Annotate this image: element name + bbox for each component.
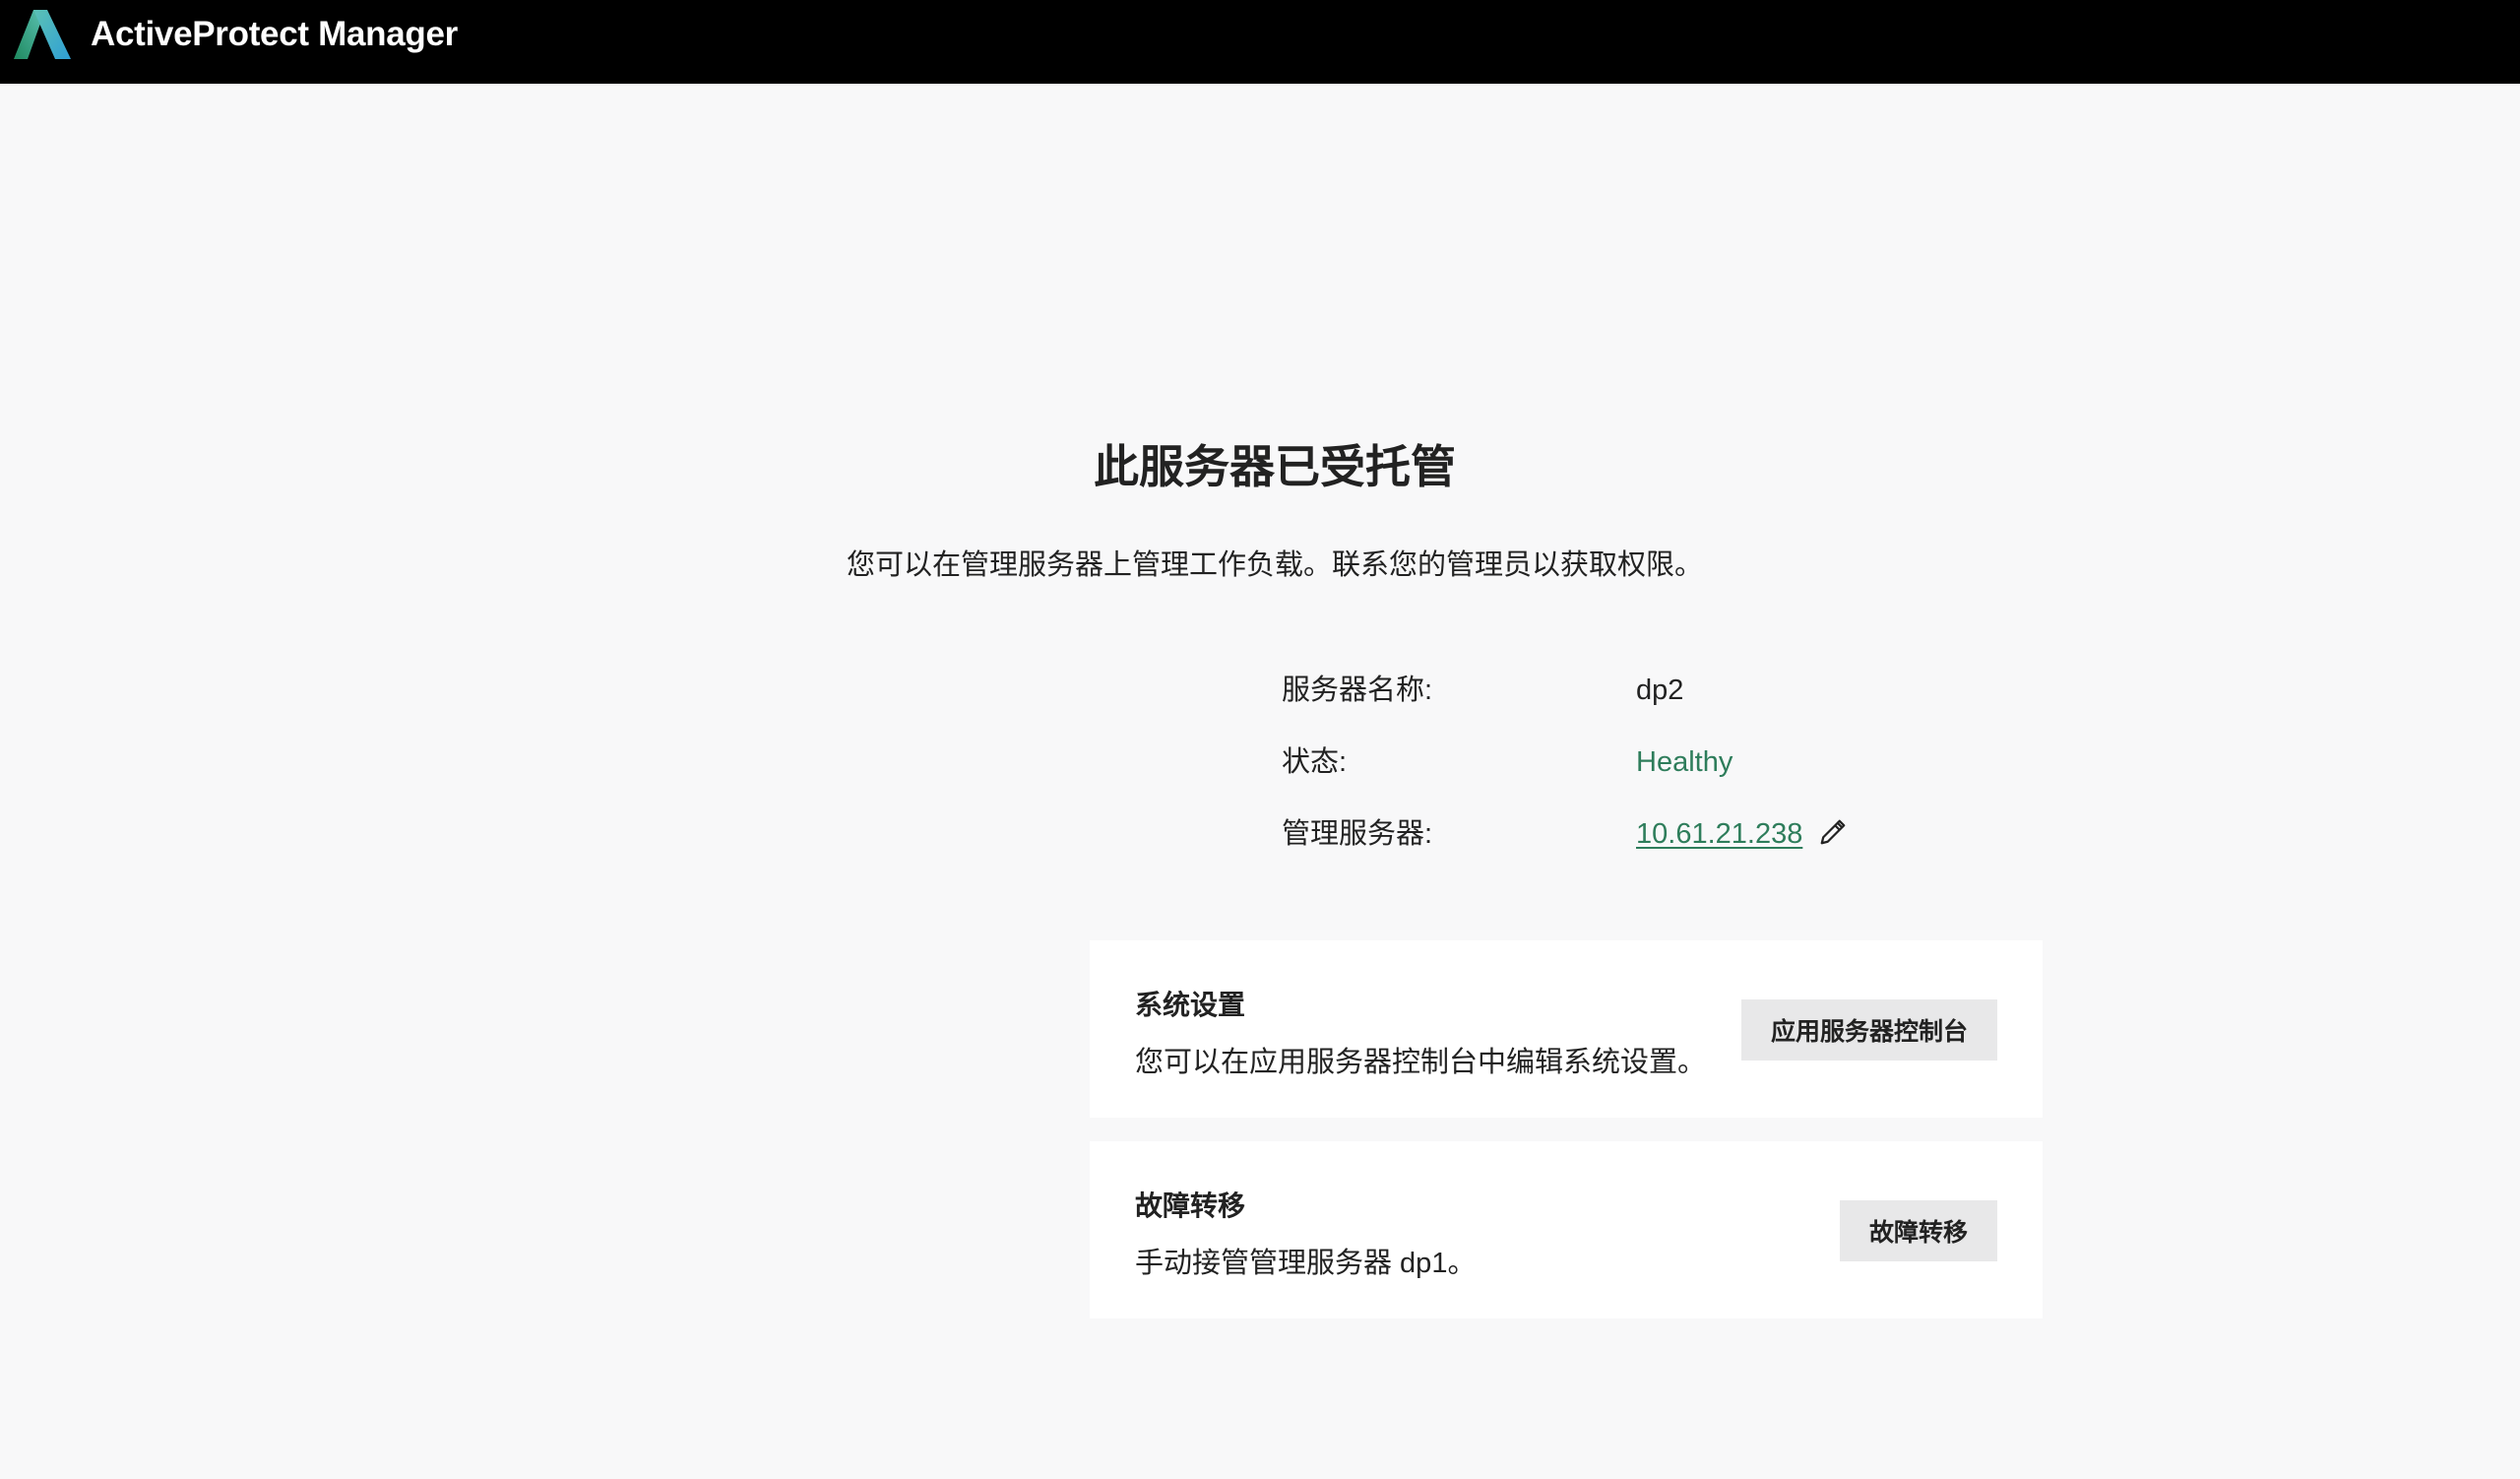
activeprotect-logo-icon [14,10,71,59]
management-server-link[interactable]: 10.61.21.238 [1636,818,1802,850]
failover-title: 故障转移 [1135,1190,1246,1221]
pencil-icon[interactable] [1818,817,1848,847]
page-title: 此服务器已受托管 [1094,441,1456,492]
server-name-label: 服务器名称: [1282,675,1433,706]
page-subtitle: 您可以在管理服务器上管理工作负载。联系您的管理员以获取权限。 [846,549,1703,581]
server-name-value: dp2 [1636,675,1684,706]
management-server-value-group: 10.61.21.238 [1636,814,1848,854]
system-settings-card: 系统设置 您可以在应用服务器控制台中编辑系统设置。 应用服务器控制台 [1090,940,2043,1118]
top-bar: ActiveProtect Manager [0,0,2520,84]
status-label: 状态: [1282,746,1348,778]
status-value: Healthy [1636,746,1733,778]
failover-description: 手动接管管理服务器 dp1。 [1135,1248,1477,1279]
application-server-console-button[interactable]: 应用服务器控制台 [1740,999,1997,1061]
failover-button[interactable]: 故障转移 [1839,1200,1997,1261]
app-title: ActiveProtect Manager [91,15,458,53]
system-settings-description: 您可以在应用服务器控制台中编辑系统设置。 [1135,1047,1707,1078]
management-server-label: 管理服务器: [1282,818,1433,850]
failover-card: 故障转移 手动接管管理服务器 dp1。 故障转移 [1090,1141,2043,1318]
system-settings-title: 系统设置 [1135,990,1246,1020]
